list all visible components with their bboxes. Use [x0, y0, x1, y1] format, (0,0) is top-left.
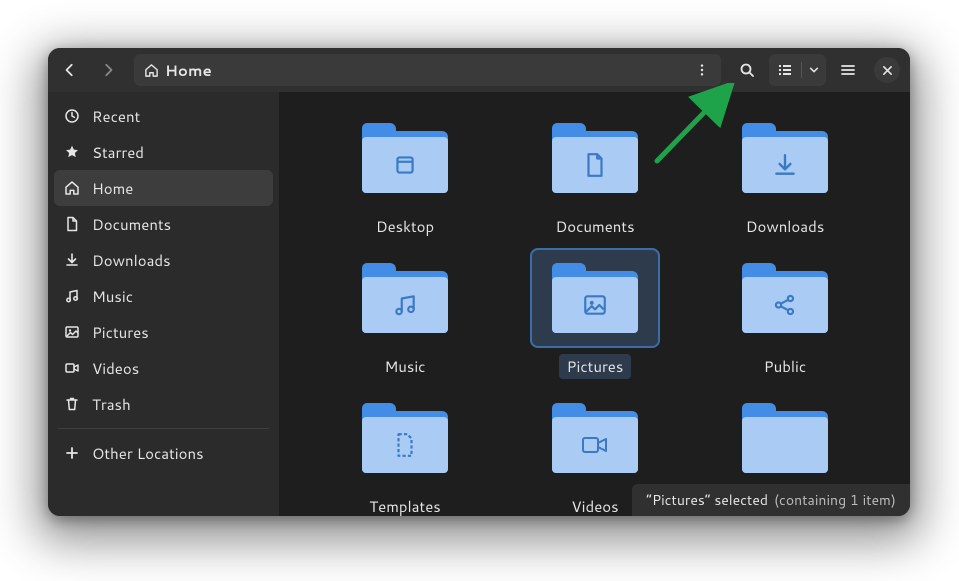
forward-button[interactable] — [92, 54, 124, 86]
music-icon — [64, 288, 80, 304]
folder-label: Templates — [361, 494, 448, 516]
status-secondary: (containing 1 item) — [774, 490, 896, 510]
sidebar-item-label: Other Locations — [92, 443, 204, 464]
hamburger-menu-button[interactable] — [832, 54, 864, 86]
window-body: Recent Starred Home Documents Downloads … — [48, 92, 910, 516]
share-glyph-icon — [742, 277, 828, 333]
sidebar-item-label: Recent — [92, 106, 140, 127]
sidebar-item-music[interactable]: Music — [54, 278, 273, 314]
sidebar-item-label: Starred — [92, 142, 144, 163]
folder-label: Public — [756, 354, 814, 379]
back-button[interactable] — [54, 54, 86, 86]
folder-item-documents[interactable]: Documents — [500, 106, 690, 246]
download-icon — [64, 252, 80, 268]
music-glyph-icon — [362, 277, 448, 333]
document-glyph-icon — [552, 137, 638, 193]
home-icon — [144, 63, 159, 78]
folder-icon — [742, 403, 828, 473]
sidebar: Recent Starred Home Documents Downloads … — [48, 92, 280, 516]
folder-label: Videos — [563, 494, 626, 516]
sidebar-item-label: Music — [92, 286, 133, 307]
chevron-right-icon — [101, 63, 115, 77]
download-glyph-icon — [742, 137, 828, 193]
kebab-icon — [695, 63, 709, 77]
sidebar-item-label: Pictures — [92, 322, 149, 343]
menu-icon — [840, 62, 856, 78]
list-icon — [777, 62, 793, 78]
star-icon — [64, 144, 80, 160]
picture-glyph-icon — [552, 277, 638, 333]
desktop-glyph-icon — [362, 137, 448, 193]
sidebar-divider — [58, 428, 269, 429]
folder-label: Pictures — [559, 354, 632, 379]
folder-item-pictures[interactable]: Pictures — [500, 246, 690, 386]
search-button[interactable] — [731, 54, 763, 86]
sidebar-item-home[interactable]: Home — [54, 170, 273, 206]
headerbar: Home — [48, 48, 910, 92]
main-pane: Desktop Documents — [280, 92, 910, 516]
folder-icon — [742, 263, 828, 333]
sidebar-item-label: Home — [92, 178, 133, 199]
picture-icon — [64, 324, 80, 340]
folder-icon — [552, 263, 638, 333]
document-icon — [64, 216, 80, 232]
folder-icon — [362, 263, 448, 333]
view-switcher — [769, 54, 826, 86]
folder-icon — [742, 123, 828, 193]
video-icon — [64, 360, 80, 376]
folder-item-desktop[interactable]: Desktop — [310, 106, 500, 246]
folder-item-music[interactable]: Music — [310, 246, 500, 386]
folder-label: Music — [376, 354, 433, 379]
folder-icon — [552, 123, 638, 193]
folder-label: Desktop — [368, 214, 442, 239]
close-icon — [882, 65, 893, 76]
breadcrumb-label: Home — [165, 60, 212, 81]
template-glyph-icon — [362, 417, 448, 473]
status-primary: “Pictures” selected — [646, 490, 768, 510]
breadcrumb[interactable]: Home — [144, 60, 212, 81]
pathbar[interactable]: Home — [134, 54, 721, 86]
sidebar-item-label: Videos — [92, 358, 139, 379]
home-icon — [64, 180, 80, 196]
list-view-button[interactable] — [769, 54, 801, 86]
folder-label: Documents — [547, 214, 642, 239]
chevron-left-icon — [63, 63, 77, 77]
sidebar-item-other-locations[interactable]: Other Locations — [54, 435, 273, 471]
folder-icon — [362, 403, 448, 473]
sidebar-item-trash[interactable]: Trash — [54, 386, 273, 422]
sidebar-item-label: Documents — [92, 214, 171, 235]
file-manager-window: Home — [48, 48, 910, 516]
sidebar-item-label: Trash — [92, 394, 131, 415]
folder-item-templates[interactable]: Templates — [310, 386, 500, 516]
video-glyph-icon — [552, 417, 638, 473]
view-options-button[interactable] — [802, 54, 826, 86]
sidebar-item-pictures[interactable]: Pictures — [54, 314, 273, 350]
plus-icon — [64, 445, 80, 461]
search-icon — [739, 62, 755, 78]
path-menu-button[interactable] — [689, 57, 715, 83]
folder-icon — [552, 403, 638, 473]
sidebar-item-label: Downloads — [92, 250, 171, 271]
sidebar-item-downloads[interactable]: Downloads — [54, 242, 273, 278]
folder-item-public[interactable]: Public — [690, 246, 880, 386]
folder-item-downloads[interactable]: Downloads — [690, 106, 880, 246]
close-button[interactable] — [874, 57, 900, 83]
clock-icon — [64, 108, 80, 124]
statusbar: “Pictures” selected (containing 1 item) — [632, 484, 910, 516]
chevron-down-icon — [809, 65, 819, 75]
sidebar-item-documents[interactable]: Documents — [54, 206, 273, 242]
sidebar-item-starred[interactable]: Starred — [54, 134, 273, 170]
icon-grid: Desktop Documents — [280, 92, 910, 516]
folder-icon — [362, 123, 448, 193]
folder-label: Downloads — [738, 214, 833, 239]
sidebar-item-videos[interactable]: Videos — [54, 350, 273, 386]
sidebar-item-recent[interactable]: Recent — [54, 98, 273, 134]
trash-icon — [64, 396, 80, 412]
